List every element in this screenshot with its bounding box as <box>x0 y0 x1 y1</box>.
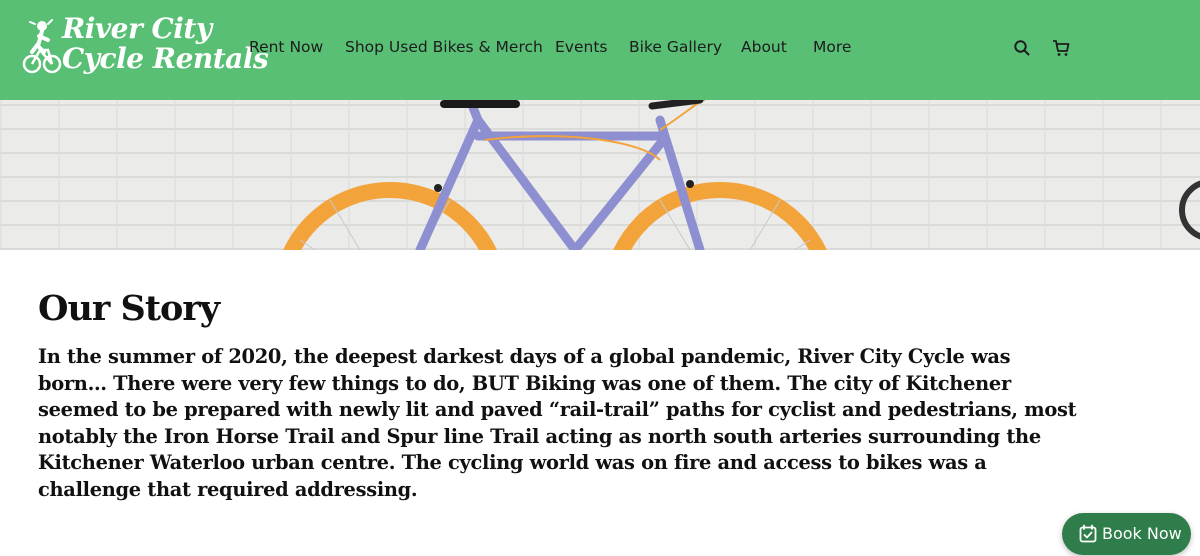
site-header: River City Cycle Rentals Rent Now Shop U… <box>0 0 1200 100</box>
nav-shop-used-bikes[interactable]: Shop Used Bikes & Merch <box>345 38 543 56</box>
logo-line-2: Cycle Rentals <box>62 42 269 75</box>
nav-more[interactable]: More <box>813 38 851 56</box>
nav-events[interactable]: Events <box>555 38 607 56</box>
cart-icon[interactable] <box>1051 38 1071 58</box>
nav-about[interactable]: About <box>741 38 787 56</box>
book-now-label: Book Now <box>1102 524 1182 543</box>
bike-illustration <box>283 100 1200 250</box>
logo-wordmark: River City Cycle Rentals <box>62 12 269 75</box>
story-paragraph: In the summer of 2020, the deepest darke… <box>38 345 1077 501</box>
page-title: Our Story <box>38 288 220 329</box>
hero-bike-image <box>0 100 1200 250</box>
calendar-check-icon <box>1079 524 1097 543</box>
nav-bike-gallery[interactable]: Bike Gallery <box>629 38 722 56</box>
cyclist-logo-icon <box>22 19 62 74</box>
site-logo[interactable]: River City Cycle Rentals <box>22 14 269 80</box>
logo-line-1: River City <box>62 12 212 45</box>
nav-rent-now[interactable]: Rent Now <box>249 38 323 56</box>
search-icon[interactable] <box>1012 38 1032 58</box>
book-now-button[interactable]: Book Now <box>1062 513 1191 555</box>
